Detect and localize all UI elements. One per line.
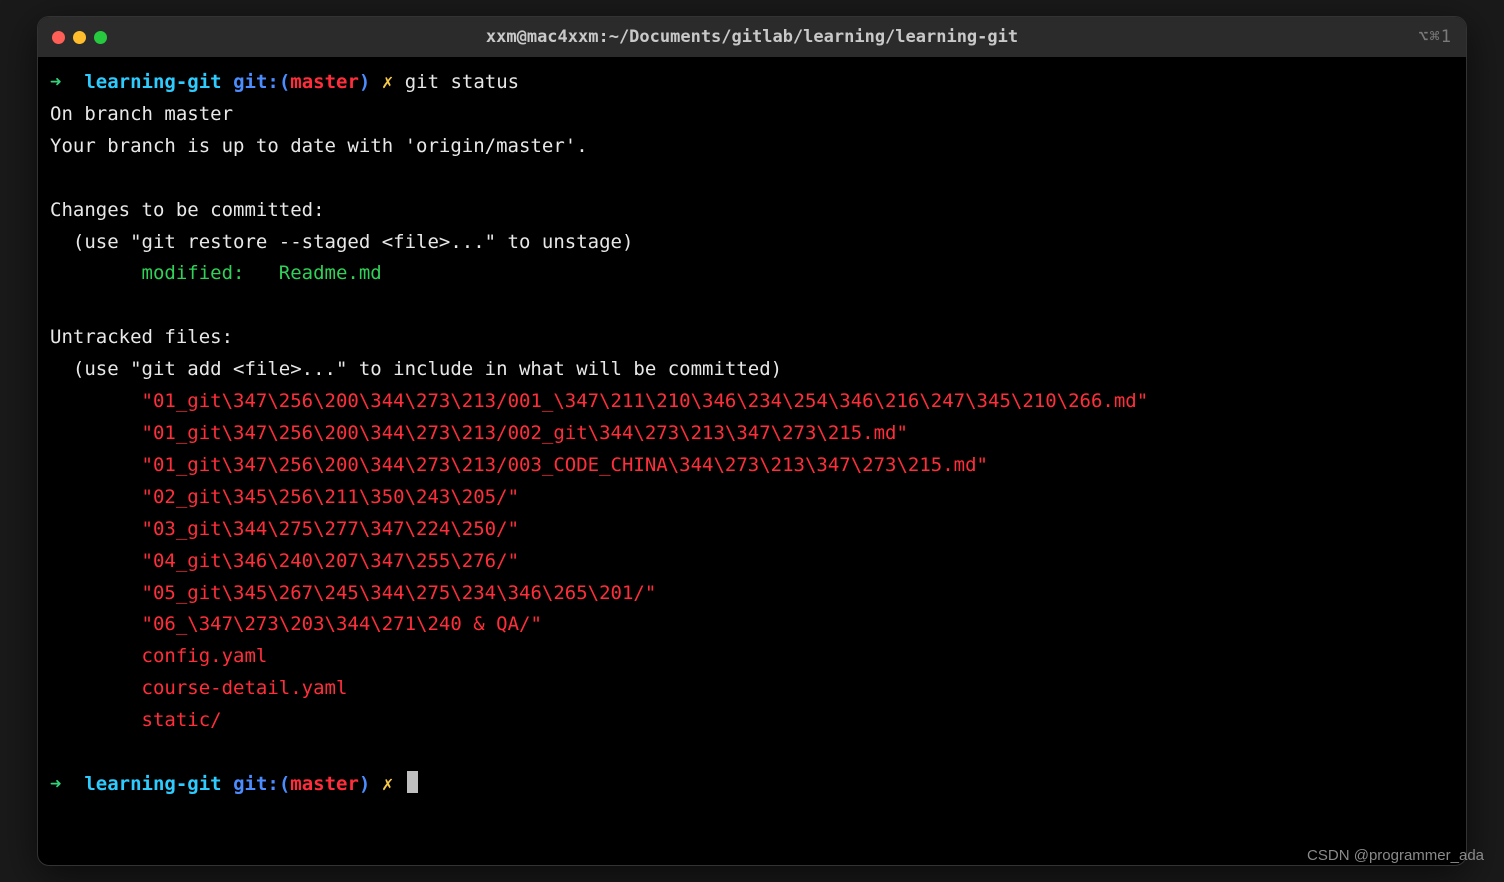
close-button[interactable]: [52, 31, 65, 44]
git-label: git:(: [233, 773, 290, 795]
untracked-file: "05_git\345\267\245\344\275\234\346\265\…: [142, 582, 657, 604]
untracked-hint: (use "git add <file>..." to include in w…: [50, 358, 782, 380]
prompt-dir: learning-git: [84, 71, 221, 93]
untracked-file: "02_git\345\256\211\350\243\205/": [142, 486, 520, 508]
untracked-file: "01_git\347\256\200\344\273\213/001_\347…: [142, 390, 1149, 412]
staged-header: Changes to be committed:: [50, 199, 325, 221]
git-close: ): [359, 71, 370, 93]
untracked-file: "03_git\344\275\277\347\224\250/": [142, 518, 520, 540]
untracked-file: course-detail.yaml: [142, 677, 348, 699]
terminal-window: xxm@mac4xxm:~/Documents/gitlab/learning/…: [37, 16, 1467, 866]
untracked-file: config.yaml: [142, 645, 268, 667]
staged-file: Readme.md: [279, 262, 382, 284]
git-branch: master: [290, 71, 359, 93]
fullscreen-button[interactable]: [94, 31, 107, 44]
git-close: ): [359, 773, 370, 795]
staged-modified-label: modified:: [142, 262, 245, 284]
untracked-file: "06_\347\273\203\344\271\240 & QA/": [142, 613, 542, 635]
untracked-file: "01_git\347\256\200\344\273\213/002_git\…: [142, 422, 908, 444]
git-label: git:(: [233, 71, 290, 93]
traffic-lights: [52, 31, 107, 44]
titlebar: xxm@mac4xxm:~/Documents/gitlab/learning/…: [38, 17, 1466, 57]
dirty-icon: ✗: [382, 71, 393, 93]
branch-line: On branch master: [50, 103, 233, 125]
window-title: xxm@mac4xxm:~/Documents/gitlab/learning/…: [38, 23, 1466, 52]
dirty-icon: ✗: [382, 773, 393, 795]
prompt-dir: learning-git: [84, 773, 221, 795]
untracked-header: Untracked files:: [50, 326, 233, 348]
staged-hint: (use "git restore --staged <file>..." to…: [50, 231, 633, 253]
untracked-file: "04_git\346\240\207\347\255\276/": [142, 550, 520, 572]
git-branch: master: [290, 773, 359, 795]
uptodate-line: Your branch is up to date with 'origin/m…: [50, 135, 588, 157]
watermark: CSDN @programmer_ada: [1307, 843, 1484, 868]
untracked-file: "01_git\347\256\200\344\273\213/003_CODE…: [142, 454, 988, 476]
prompt-arrow: ➜: [50, 71, 61, 93]
prompt-arrow: ➜: [50, 773, 61, 795]
command-text: git status: [405, 71, 519, 93]
untracked-file: static/: [142, 709, 222, 731]
window-shortcut-indicator: ⌥⌘1: [1418, 23, 1452, 52]
terminal-body[interactable]: ➜ learning-git git:(master) ✗ git status…: [38, 57, 1466, 865]
cursor: [407, 771, 418, 793]
minimize-button[interactable]: [73, 31, 86, 44]
